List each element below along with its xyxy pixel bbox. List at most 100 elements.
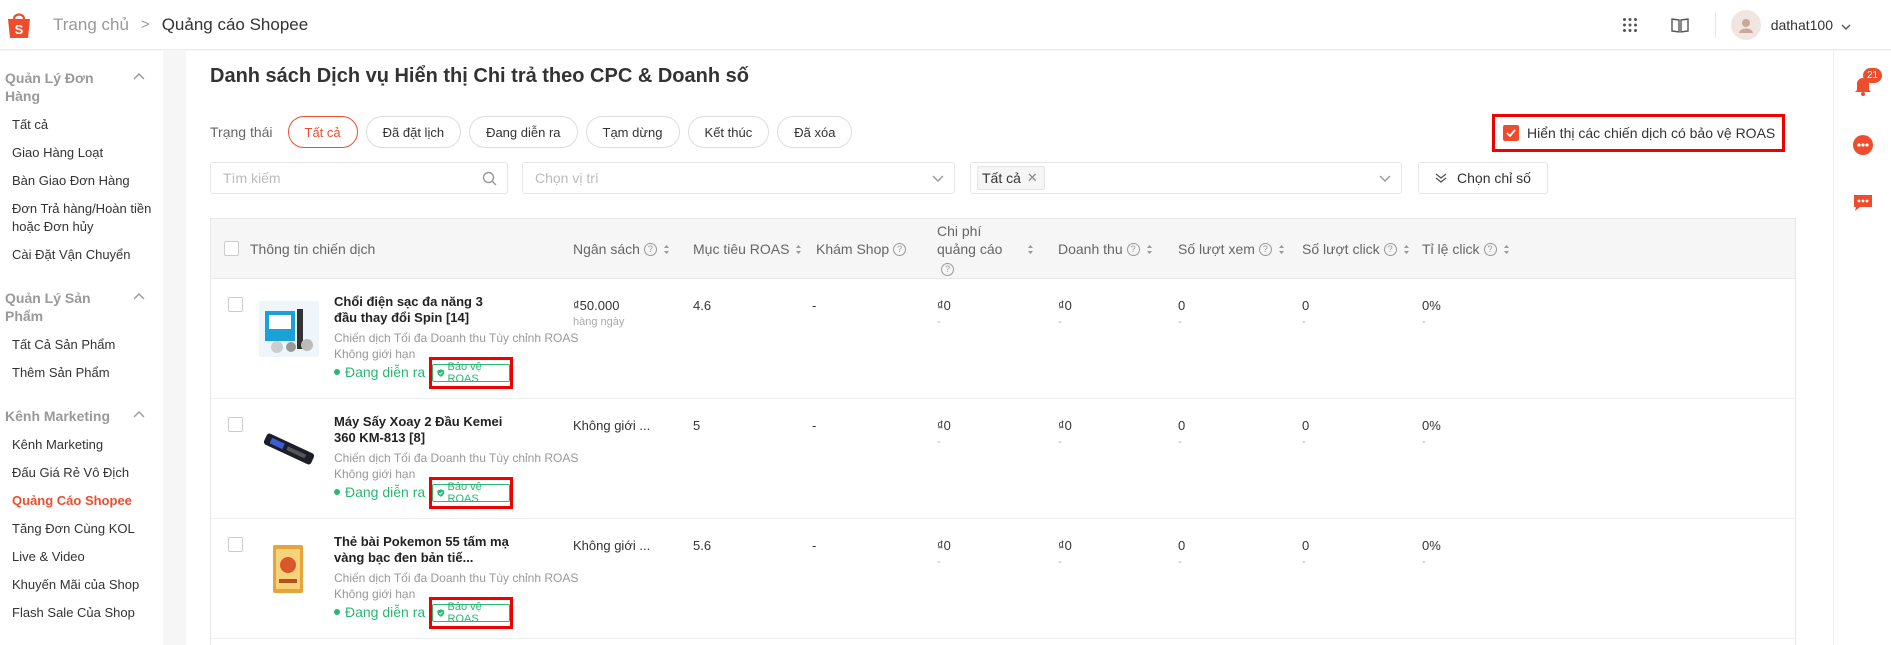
product-thumbnail[interactable] [259,541,319,597]
ctr-value: 0% [1422,418,1441,433]
chevron-up-icon[interactable] [133,293,145,300]
select-all-checkbox[interactable] [224,241,239,256]
col-views[interactable]: Số lượt xem? [1178,219,1285,279]
budget-cell[interactable]: ₫50.000 hàng ngày [573,298,624,328]
col-revenue[interactable]: Doanh thu? [1058,219,1153,279]
clicks-value: 0 [1302,538,1310,553]
product-name[interactable]: Máy Sấy Xoay 2 Đầu Kemei 360 KM-813 [8] [334,414,509,446]
avatar[interactable] [1730,10,1761,40]
status-dot [334,609,340,615]
page-title: Danh sách Dịch vụ Hiển thị Chi trả theo … [210,65,749,87]
breadcrumb-home[interactable]: Trang chủ [53,15,129,35]
help-icon[interactable]: ? [941,262,954,276]
sidebar-item-auction[interactable]: Đấu Giá Rẻ Vô Địch [0,459,163,487]
chevron-down-icon[interactable] [1841,18,1851,33]
sidebar-group-title[interactable]: Kênh Marketing [0,407,163,431]
budget-value: Không giới ... [573,538,651,553]
budget-cell[interactable]: Không giới ... [573,538,650,553]
col-budget[interactable]: Ngân sách? [573,219,670,279]
clicks-change: - [1302,316,1306,328]
help-icon[interactable]: ? [643,242,657,256]
username[interactable]: dathat100 [1771,17,1833,33]
table-row: Thẻ bài Pokemon 55 tấm mạ vàng bạc đen b… [211,519,1795,639]
chevron-up-icon[interactable] [133,411,145,418]
sidebar-group-title[interactable]: Quản Lý Sản Phẩm [0,289,163,331]
clicks-cell: 0- [1302,298,1309,328]
sidebar-item-all-orders[interactable]: Tất cả [0,111,163,139]
shopee-logo-icon[interactable]: S [5,10,33,40]
roas-checkbox[interactable] [1503,125,1519,141]
sidebar-item-bulk-shipping[interactable]: Giao Hàng Loạt [0,139,163,167]
shield-icon [437,489,445,497]
choose-metrics-button[interactable]: Chọn chỉ số [1418,162,1548,194]
status-chip-ended[interactable]: Kết thúc [687,116,770,148]
sidebar-item-all-products[interactable]: Tất Cả Sản Phẩm [0,331,163,359]
roas-protection-toggle[interactable]: Hiển thị các chiến dịch có bảo vệ ROAS [1492,114,1785,152]
help-icon[interactable]: ? [1126,242,1140,256]
col-ad-cost[interactable]: Chi phí quảng cáo? [937,219,1037,279]
sidebar-item-shopee-ads[interactable]: Quảng Cáo Shopee [0,487,163,515]
sidebar-item-flash-sale[interactable]: Flash Sale Của Shop [0,599,163,627]
sidebar-item-add-product[interactable]: Thêm Sản Phẩm [0,359,163,387]
sidebar-item-returns[interactable]: Đơn Trả hàng/Hoàn tiền hoặc Đơn hủy [0,195,163,241]
ad-cost-cell: ₫0 - [937,418,951,448]
type-select[interactable]: Tất cả ✕ [970,162,1402,194]
support-headset-icon[interactable] [1851,133,1875,157]
col-clicks[interactable]: Số lượt click? [1302,219,1410,279]
col-roas-target[interactable]: Mục tiêu ROAS [693,219,802,279]
search-icon[interactable] [482,171,497,186]
budget-cell[interactable]: Không giới ... [573,418,650,433]
close-icon[interactable]: ✕ [1027,170,1038,186]
chevron-up-icon[interactable] [133,73,145,80]
table-row: Chổi điện sạc đa năng 3 đầu thay đổi Spi… [211,279,1795,399]
sort-icon[interactable] [795,244,802,255]
sort-icon[interactable] [1027,244,1034,255]
sort-icon[interactable] [1146,244,1153,255]
sort-icon[interactable] [1403,244,1410,255]
sidebar-item-kol[interactable]: Tăng Đơn Cùng KOL [0,515,163,543]
status-chip-paused[interactable]: Tạm dừng [585,116,680,148]
ad-cost-change: - [937,556,941,568]
help-icon[interactable]: ? [1258,242,1272,256]
sort-icon[interactable] [663,244,670,255]
row-checkbox[interactable] [228,537,243,552]
sidebar-item-marketing-centre[interactable]: Kênh Marketing [0,431,163,459]
book-icon[interactable] [1665,10,1695,40]
help-icon[interactable]: ? [1483,242,1497,256]
search-input[interactable]: Tìm kiếm [210,162,508,194]
roas-badge-highlight: Bảo vệ ROAS [429,597,513,629]
revenue-cell: ₫0 - [1058,298,1072,328]
product-thumbnail[interactable] [259,301,319,357]
sidebar-group-title[interactable]: Quản Lý Đơn Hàng [0,69,163,111]
views-change: - [1178,316,1182,328]
roas-target-cell[interactable]: 5.6 [693,538,711,553]
position-select[interactable]: Chọn vị trí [522,162,955,194]
status-chip-deleted[interactable]: Đã xóa [777,116,853,148]
sidebar-item-handover[interactable]: Bàn Giao Đơn Hàng [0,167,163,195]
status-chip-all[interactable]: Tất cả [287,116,358,148]
revenue-cell: ₫0 - [1058,538,1072,568]
status-chip-scheduled[interactable]: Đã đặt lịch [365,116,462,148]
ctr-value: 0% [1422,538,1441,553]
product-name[interactable]: Thẻ bài Pokemon 55 tấm mạ vàng bạc đen b… [334,534,509,566]
row-checkbox[interactable] [228,297,243,312]
col-ctr[interactable]: Tỉ lệ click? [1422,219,1510,279]
main-panel: Danh sách Dịch vụ Hiển thị Chi trả theo … [186,51,1833,645]
ad-cost-change: - [937,436,941,448]
roas-target-cell[interactable]: 4.6 [693,298,711,313]
help-icon[interactable]: ? [893,242,907,256]
sort-icon[interactable] [1278,244,1285,255]
sidebar-item-shop-promotions[interactable]: Khuyến Mãi của Shop [0,571,163,599]
sidebar-item-shipping-settings[interactable]: Cài Đặt Vận Chuyển [0,241,163,269]
product-thumbnail[interactable] [259,421,319,477]
help-icon[interactable]: ? [1383,242,1397,256]
roas-target-cell[interactable]: 5 [693,418,700,433]
chat-icon[interactable] [1851,191,1875,215]
product-name[interactable]: Chổi điện sạc đa năng 3 đầu thay đổi Spi… [334,294,509,326]
apps-grid-icon[interactable] [1615,10,1645,40]
row-checkbox[interactable] [228,417,243,432]
sidebar-item-live-video[interactable]: Live & Video [0,543,163,571]
sort-icon[interactable] [1503,244,1510,255]
revenue-value: ₫0 [1058,298,1072,313]
status-chip-ongoing[interactable]: Đang diễn ra [469,116,578,148]
